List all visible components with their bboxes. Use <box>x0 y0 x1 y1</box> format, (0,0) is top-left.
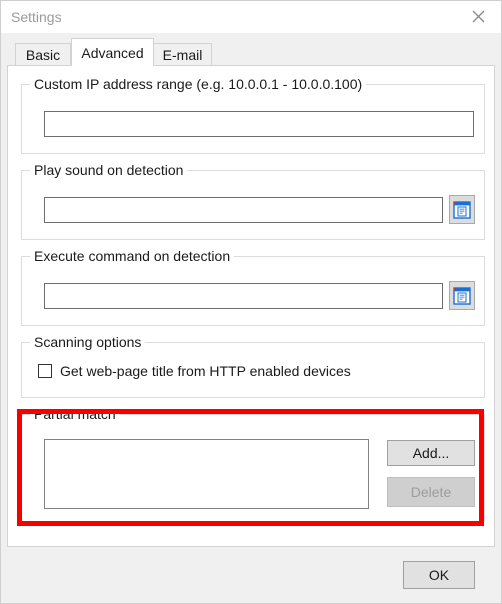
dialog-footer: OK <box>1 547 501 603</box>
window-title: Settings <box>11 9 62 25</box>
scanning-options-label: Scanning options <box>30 333 146 351</box>
delete-button-label: Delete <box>410 484 452 500</box>
scanning-options-group: Scanning options Get web-page title from… <box>21 333 485 398</box>
custom-ip-range-group: Custom IP address range (e.g. 10.0.0.1 -… <box>21 75 485 154</box>
play-sound-browse-button[interactable] <box>449 195 475 224</box>
partial-match-group: Partial match Add... Delete <box>21 405 485 522</box>
custom-ip-range-input[interactable] <box>44 111 474 137</box>
execute-command-label: Execute command on detection <box>30 247 235 265</box>
execute-command-input[interactable] <box>44 283 443 309</box>
tab-email-label: E-mail <box>162 47 203 63</box>
custom-ip-range-label: Custom IP address range (e.g. 10.0.0.1 -… <box>30 75 367 93</box>
execute-command-browse-button[interactable] <box>449 281 475 310</box>
document-browse-icon <box>453 286 471 305</box>
tab-advanced[interactable]: Advanced <box>71 38 154 66</box>
delete-button: Delete <box>387 477 475 507</box>
play-sound-label: Play sound on detection <box>30 161 188 179</box>
close-icon[interactable] <box>455 1 501 32</box>
get-webpage-title-checkbox-row[interactable]: Get web-page title from HTTP enabled dev… <box>38 363 351 379</box>
tab-basic-label: Basic <box>25 47 61 63</box>
get-webpage-title-label: Get web-page title from HTTP enabled dev… <box>60 363 351 379</box>
title-bar: Settings <box>1 1 501 34</box>
settings-dialog: Settings Basic Advanced E-mail Custom IP… <box>0 0 502 604</box>
add-button[interactable]: Add... <box>387 440 475 466</box>
tab-strip: Basic Advanced E-mail <box>1 33 501 66</box>
play-sound-group: Play sound on detection <box>21 161 485 240</box>
tab-advanced-label: Advanced <box>81 44 144 61</box>
add-button-label: Add... <box>412 445 450 461</box>
ok-button-label: OK <box>428 567 450 583</box>
partial-match-listbox[interactable] <box>44 439 369 509</box>
advanced-tab-panel: Custom IP address range (e.g. 10.0.0.1 -… <box>7 65 495 547</box>
get-webpage-title-checkbox[interactable] <box>38 364 52 378</box>
document-browse-icon <box>453 200 471 219</box>
tab-email[interactable]: E-mail <box>153 43 212 66</box>
play-sound-input[interactable] <box>44 197 443 223</box>
tab-basic[interactable]: Basic <box>15 43 71 66</box>
execute-command-group: Execute command on detection <box>21 247 485 326</box>
partial-match-label: Partial match <box>30 405 120 423</box>
ok-button[interactable]: OK <box>403 561 475 589</box>
